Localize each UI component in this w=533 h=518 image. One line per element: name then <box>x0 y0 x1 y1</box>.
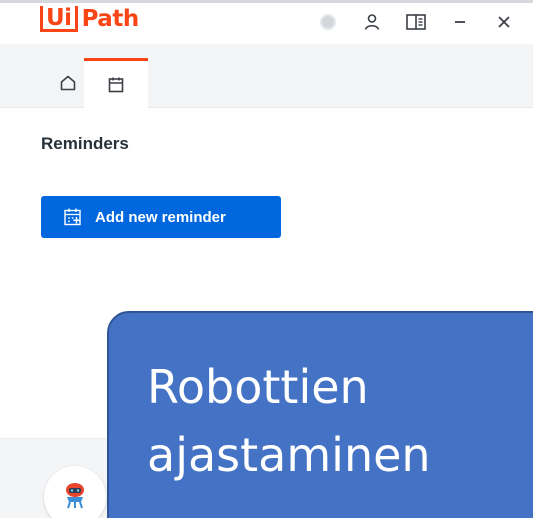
caption-line-2: ajastaminen <box>147 428 431 482</box>
calendar-add-icon <box>64 208 81 226</box>
window-controls <box>317 5 515 39</box>
tab-reminders[interactable] <box>84 58 148 108</box>
user-button[interactable] <box>361 11 383 33</box>
page-title: Reminders <box>41 134 129 153</box>
add-new-reminder-button[interactable]: Add new reminder <box>41 196 281 238</box>
panel-layout-icon <box>406 14 426 30</box>
logo-box: Ui <box>40 4 78 32</box>
minimize-button[interactable] <box>449 11 471 33</box>
uipath-logo: Ui Path <box>40 1 139 41</box>
add-new-reminder-label: Add new reminder <box>95 208 226 226</box>
toggle-panel-button[interactable] <box>405 11 427 33</box>
tab-bar <box>0 44 533 108</box>
robot-icon <box>66 483 84 509</box>
logo-box-text: Ui <box>46 4 72 31</box>
home-icon <box>60 75 76 91</box>
robot-avatar[interactable] <box>44 466 106 518</box>
title-bar: Ui Path <box>0 0 533 44</box>
assistant-window: Ui Path Reminders Add new reminder Robot… <box>0 0 533 518</box>
logo-text: Path <box>81 6 140 32</box>
user-icon <box>364 14 380 30</box>
status-indicator[interactable] <box>317 11 339 33</box>
close-icon <box>498 16 510 28</box>
calendar-icon <box>108 77 124 92</box>
status-dot-icon <box>320 14 336 30</box>
caption-line-1: Robottien <box>147 360 369 414</box>
close-button[interactable] <box>493 11 515 33</box>
minimize-icon <box>455 21 465 23</box>
caption-overlay: Robottien ajastaminen <box>107 311 533 518</box>
